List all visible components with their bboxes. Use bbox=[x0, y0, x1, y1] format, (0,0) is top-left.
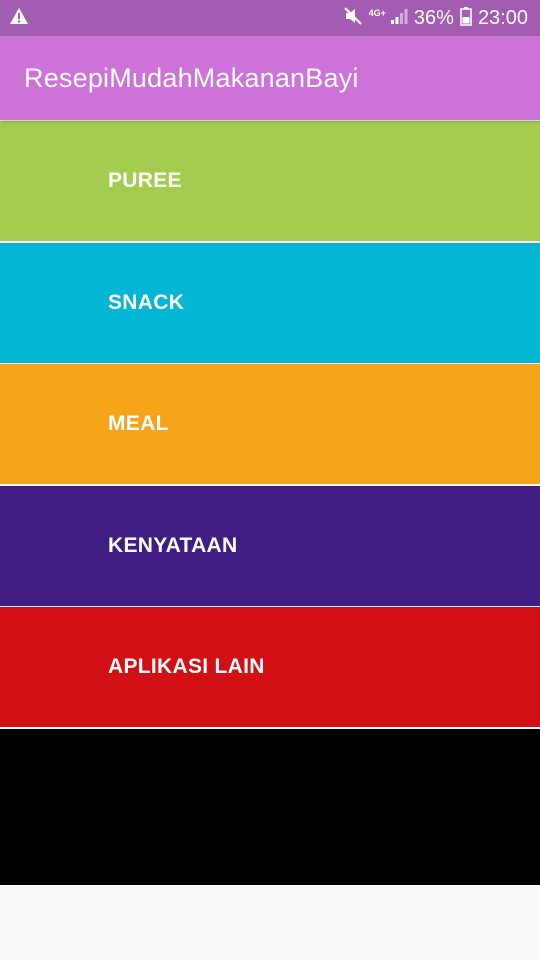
network-4g-icon: 4G+ bbox=[368, 7, 386, 18]
menu-item-label: APLIKASI LAIN bbox=[108, 655, 265, 678]
menu-item-label: PUREE bbox=[108, 169, 182, 192]
status-bar: 4G+ 36% 23:00 bbox=[0, 0, 540, 36]
battery-percent: 36% bbox=[413, 6, 454, 29]
menu-item-puree[interactable]: PUREE bbox=[0, 121, 540, 241]
menu-item-label: SNACK bbox=[108, 290, 185, 314]
signal-icon bbox=[390, 7, 408, 30]
menu-item-meal[interactable]: MEAL bbox=[0, 364, 540, 484]
status-right: 4G+ 36% 23:00 bbox=[343, 6, 528, 31]
status-left bbox=[9, 7, 29, 30]
app-bar: ResepiMudahMakananBayi bbox=[0, 36, 540, 120]
battery-icon bbox=[460, 6, 472, 31]
category-menu: PUREE SNACK MEAL KENYATAAN APLIKASI LAIN bbox=[0, 121, 540, 885]
bottom-banner-area bbox=[0, 728, 540, 885]
warning-icon bbox=[9, 7, 29, 30]
menu-item-kenyataan[interactable]: KENYATAAN bbox=[0, 485, 540, 606]
app-title: ResepiMudahMakananBayi bbox=[24, 62, 359, 93]
status-time: 23:00 bbox=[477, 6, 528, 29]
menu-item-label: KENYATAAN bbox=[108, 533, 238, 557]
menu-item-snack[interactable]: SNACK bbox=[0, 242, 540, 363]
menu-item-label: MEAL bbox=[108, 412, 169, 435]
mute-icon bbox=[343, 6, 363, 31]
menu-item-aplikasi-lain[interactable]: APLIKASI LAIN bbox=[0, 607, 540, 727]
